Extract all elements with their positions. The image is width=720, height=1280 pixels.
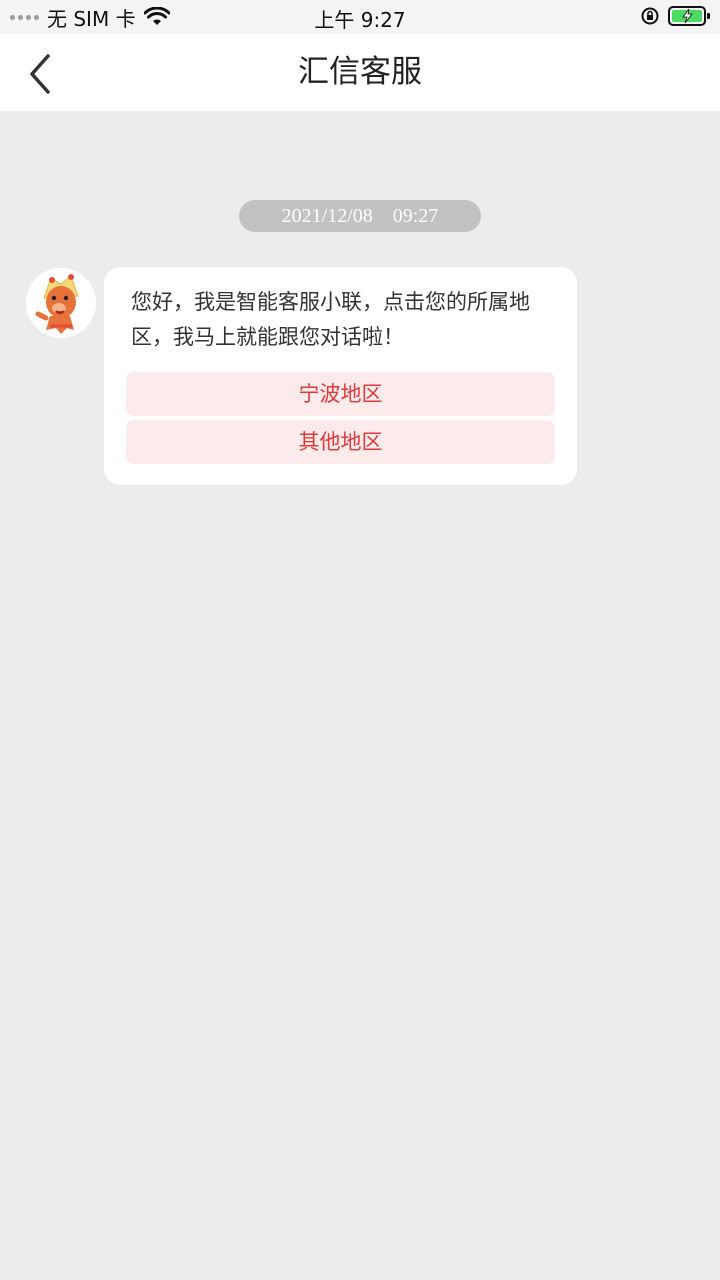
orientation-lock-icon: [641, 7, 659, 25]
page-title: 汇信客服: [298, 54, 422, 90]
status-right: [640, 5, 712, 27]
region-option-other-button[interactable]: 其他地区: [126, 420, 555, 464]
region-option-ningbo-button[interactable]: 宁波地区: [126, 372, 555, 416]
message-timestamp: 2021/12/08 09:27: [239, 200, 481, 232]
status-bar: 无 SIM 卡 上午 9:27: [0, 0, 720, 34]
message-text: 您好，我是智能客服小联，点击您的所属地区，我马上就能跟您对话啦！: [131, 290, 530, 349]
navigation-bar: 汇信客服: [0, 34, 720, 111]
agent-avatar: [26, 268, 96, 338]
battery-icon: [668, 6, 710, 26]
mascot-icon: [26, 268, 96, 338]
message-bubble: 您好，我是智能客服小联，点击您的所属地区，我马上就能跟您对话啦！ 宁波地区 其他…: [104, 267, 577, 485]
status-time: 上午 9:27: [314, 8, 406, 32]
